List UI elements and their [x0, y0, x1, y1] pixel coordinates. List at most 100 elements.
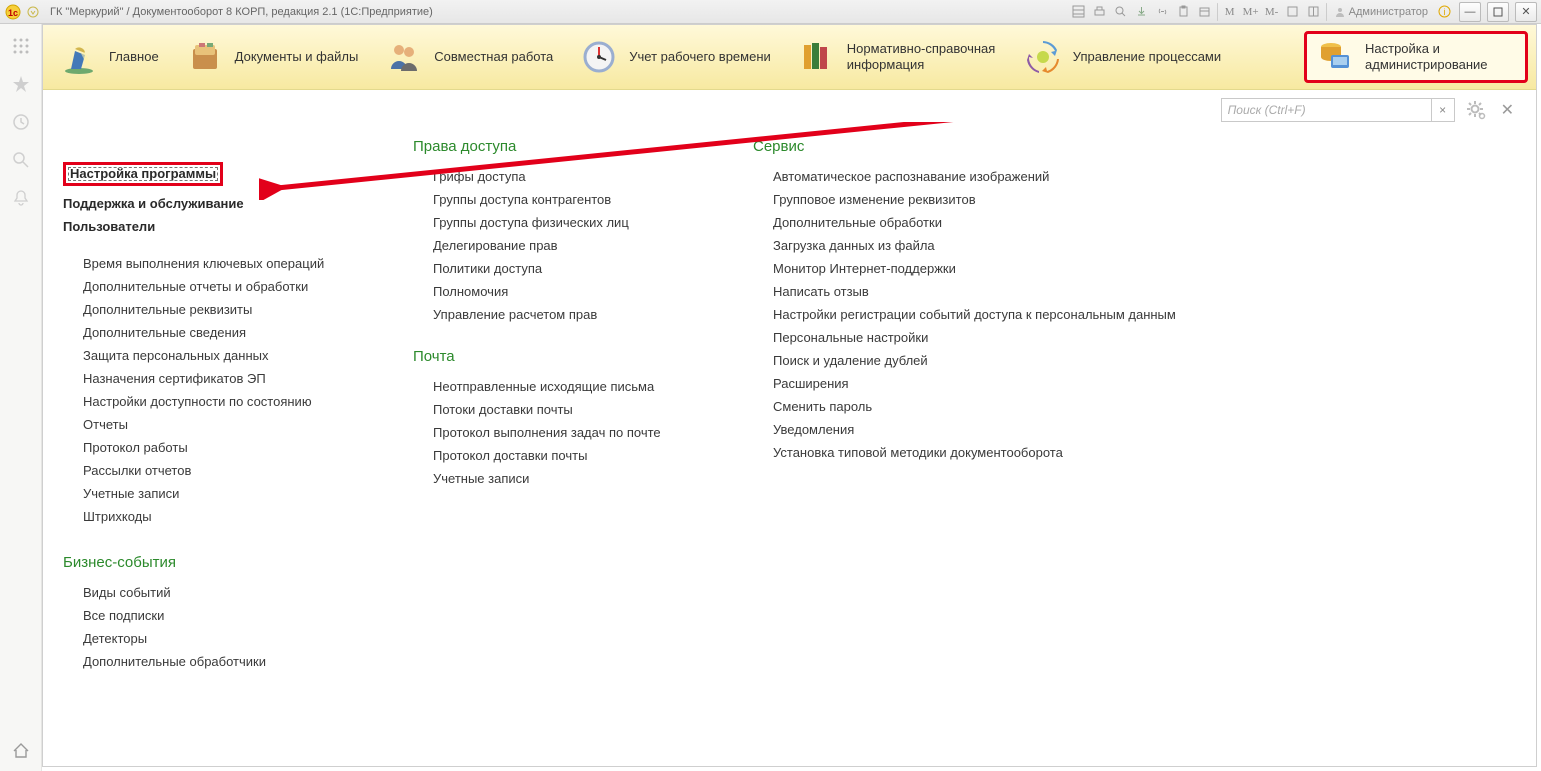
nav-item-processes[interactable]: Управление процессами	[1015, 31, 1231, 83]
section-title: Почта	[413, 348, 693, 365]
side-apps-icon[interactable]	[9, 34, 33, 58]
nav-label: Настройка и администрирование	[1365, 41, 1515, 72]
nav-label: Документы и файлы	[235, 49, 359, 65]
content: Настройка программы Поддержка и обслужив…	[43, 122, 1536, 766]
list-item[interactable]: Управление расчетом прав	[413, 303, 693, 326]
list-item[interactable]: Уведомления	[753, 418, 1176, 441]
desk-lamp-icon	[61, 39, 97, 75]
list-item[interactable]: Дополнительные отчеты и обработки	[63, 275, 353, 298]
tb-clipboard-icon[interactable]	[1175, 3, 1193, 21]
list-item[interactable]: Учетные записи	[413, 467, 693, 490]
search-wrap: ×	[1221, 98, 1455, 122]
nav-spacer	[1239, 31, 1296, 83]
list-item[interactable]: Протокол выполнения задач по почте	[413, 421, 693, 444]
list-item[interactable]: Детекторы	[63, 627, 353, 650]
list-item[interactable]: Потоки доставки почты	[413, 398, 693, 421]
side-star-icon[interactable]	[9, 72, 33, 96]
list-item[interactable]: Протокол доставки почты	[413, 444, 693, 467]
col1-section-business-events: Бизнес-события Виды событийВсе подпискиД…	[63, 554, 353, 673]
tb-m-minus-button[interactable]: M-	[1263, 3, 1281, 21]
side-bell-icon[interactable]	[9, 186, 33, 210]
list-item[interactable]: Политики доступа	[413, 257, 693, 280]
list-item[interactable]: Загрузка данных из файла	[753, 234, 1176, 257]
list-item[interactable]: Виды событий	[63, 581, 353, 604]
list-item[interactable]: Защита персональных данных	[63, 344, 353, 367]
nav-item-reference-info[interactable]: Нормативно-справочная информация	[789, 31, 1007, 83]
col2-block1: Грифы доступаГруппы доступа контрагентов…	[413, 165, 693, 326]
col2-section-access: Права доступа Грифы доступаГруппы доступ…	[413, 138, 693, 326]
side-home-icon[interactable]	[9, 739, 33, 763]
process-arrows-icon	[1025, 39, 1061, 75]
list-item[interactable]: Группы доступа физических лиц	[413, 211, 693, 234]
tb-grid-icon[interactable]	[1070, 3, 1088, 21]
list-item[interactable]: Назначения сертификатов ЭП	[63, 367, 353, 390]
bold-users[interactable]: Пользователи	[63, 215, 353, 238]
tb-search-icon[interactable]	[1112, 3, 1130, 21]
col1-block2: Виды событийВсе подпискиДетекторыДополни…	[63, 581, 353, 673]
nav-item-settings[interactable]: Настройка и администрирование	[1304, 31, 1528, 83]
tb-info-icon[interactable]: i	[1435, 3, 1453, 21]
col2-section-mail: Почта Неотправленные исходящие письмаПот…	[413, 348, 693, 490]
list-item[interactable]: Протокол работы	[63, 436, 353, 459]
tb-link-icon[interactable]	[1154, 3, 1172, 21]
panel-close-button[interactable]: ✕	[1497, 100, 1518, 120]
clock-icon	[581, 39, 617, 75]
list-item[interactable]: Сменить пароль	[753, 395, 1176, 418]
title-bar-right: M M+ M- Администратор i — ✕	[1070, 0, 1537, 23]
nav-item-main[interactable]: Главное	[51, 31, 169, 83]
list-item[interactable]: Поиск и удаление дублей	[753, 349, 1176, 372]
window-maximize-button[interactable]	[1487, 2, 1509, 22]
bold-support[interactable]: Поддержка и обслуживание	[63, 192, 353, 215]
list-item[interactable]: Монитор Интернет-поддержки	[753, 257, 1176, 280]
col3-block1: Автоматическое распознавание изображений…	[753, 165, 1176, 464]
list-item[interactable]: Дополнительные сведения	[63, 321, 353, 344]
list-item[interactable]: Группы доступа контрагентов	[413, 188, 693, 211]
side-search-icon[interactable]	[9, 148, 33, 172]
list-item[interactable]: Автоматическое распознавание изображений	[753, 165, 1176, 188]
tb-calendar-icon[interactable]	[1196, 3, 1214, 21]
tb-m-plus-button[interactable]: M+	[1242, 3, 1260, 21]
list-item[interactable]: Учетные записи	[63, 482, 353, 505]
list-item[interactable]: Грифы доступа	[413, 165, 693, 188]
tb-m-button[interactable]: M	[1221, 3, 1239, 21]
list-item[interactable]: Отчеты	[63, 413, 353, 436]
tb-download-icon[interactable]	[1133, 3, 1151, 21]
nav-label: Учет рабочего времени	[629, 49, 771, 65]
window-minimize-button[interactable]: —	[1459, 2, 1481, 22]
list-item[interactable]: Групповое изменение реквизитов	[753, 188, 1176, 211]
list-item[interactable]: Расширения	[753, 372, 1176, 395]
admin-indicator[interactable]: Администратор	[1330, 6, 1432, 18]
list-item[interactable]: Рассылки отчетов	[63, 459, 353, 482]
list-item[interactable]: Делегирование прав	[413, 234, 693, 257]
list-item[interactable]: Все подписки	[63, 604, 353, 627]
program-settings-highlight[interactable]: Настройка программы	[63, 162, 223, 186]
list-item[interactable]: Неотправленные исходящие письма	[413, 375, 693, 398]
dropdown-arrow-icon[interactable]	[24, 3, 42, 21]
section-title: Права доступа	[413, 138, 693, 155]
col-1: Настройка программы Поддержка и обслужив…	[63, 138, 353, 695]
list-item[interactable]: Штрихкоды	[63, 505, 353, 528]
search-clear-button[interactable]: ×	[1431, 98, 1455, 122]
nav-item-collaboration[interactable]: Совместная работа	[376, 31, 563, 83]
list-item[interactable]: Полномочия	[413, 280, 693, 303]
nav-item-time-tracking[interactable]: Учет рабочего времени	[571, 31, 781, 83]
main-area: Главное Документы и файлы Совместная раб…	[42, 24, 1537, 767]
search-input[interactable]	[1221, 98, 1431, 122]
settings-gear-icon[interactable]	[1465, 99, 1487, 121]
window-close-button[interactable]: ✕	[1515, 2, 1537, 22]
tb-box1-icon[interactable]	[1284, 3, 1302, 21]
list-item[interactable]: Время выполнения ключевых операций	[63, 252, 353, 275]
side-history-icon[interactable]	[9, 110, 33, 134]
list-item[interactable]: Настройки регистрации событий доступа к …	[753, 303, 1176, 326]
list-item[interactable]: Дополнительные реквизиты	[63, 298, 353, 321]
nav-item-documents[interactable]: Документы и файлы	[177, 31, 369, 83]
list-item[interactable]: Дополнительные обработки	[753, 211, 1176, 234]
list-item[interactable]: Написать отзыв	[753, 280, 1176, 303]
list-item[interactable]: Настройки доступности по состоянию	[63, 390, 353, 413]
tb-box2-icon[interactable]	[1305, 3, 1323, 21]
list-item[interactable]: Персональные настройки	[753, 326, 1176, 349]
list-item[interactable]: Дополнительные обработчики	[63, 650, 353, 673]
col3-section-service: Сервис Автоматическое распознавание изоб…	[753, 138, 1176, 464]
list-item[interactable]: Установка типовой методики документообор…	[753, 441, 1176, 464]
tb-print-icon[interactable]	[1091, 3, 1109, 21]
